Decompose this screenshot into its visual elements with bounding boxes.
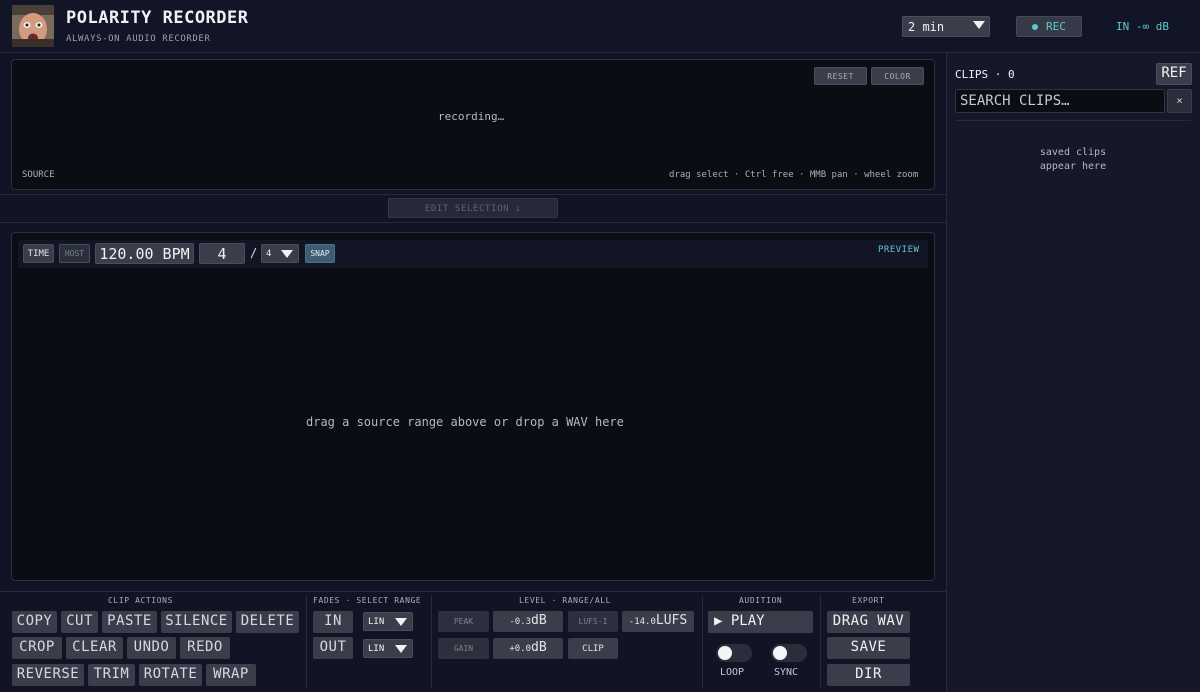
beat-unit-select[interactable]: 4 <box>261 244 299 263</box>
audition-heading: AUDITION <box>739 596 783 605</box>
lufs-unit: LUFS <box>655 613 688 628</box>
wrap-button[interactable]: WRAP <box>206 664 256 686</box>
redo-button[interactable]: REDO <box>180 637 230 659</box>
play-button[interactable]: ▶ PLAY <box>708 611 813 633</box>
paste-button[interactable]: PASTE <box>102 611 157 633</box>
close-icon[interactable]: × <box>1167 89 1192 113</box>
cut-button[interactable]: CUT <box>61 611 98 633</box>
divider <box>0 194 946 195</box>
section-divider <box>820 595 821 688</box>
drag-wav-button[interactable]: DRAG WAV <box>827 611 910 633</box>
ref-button[interactable]: REF <box>1156 63 1192 85</box>
bpm-field[interactable]: 120.00 BPM <box>95 243 194 264</box>
sync-label: SYNC <box>774 667 799 678</box>
fade-out-curve-select[interactable]: LIN <box>363 639 413 658</box>
rotate-button[interactable]: ROTATE <box>139 664 202 686</box>
copy-button[interactable]: COPY <box>12 611 57 633</box>
beat-unit-value: 4 <box>266 249 272 259</box>
fade-in-curve-value: LIN <box>368 617 385 627</box>
section-divider <box>306 595 307 688</box>
host-mode-button[interactable]: HOST <box>59 244 90 263</box>
rec-button[interactable]: REC <box>1016 16 1082 37</box>
lufs-value: -14.0LUFS <box>622 611 694 632</box>
source-hint: drag select · Ctrl free · MMB pan · whee… <box>669 170 919 180</box>
record-dot-icon <box>1032 24 1038 30</box>
fade-in-button[interactable]: IN <box>313 611 353 633</box>
app-subtitle: ALWAYS-ON AUDIO RECORDER <box>66 34 211 44</box>
input-level-meter: IN -∞ dB <box>1116 20 1169 33</box>
save-button[interactable]: SAVE <box>827 637 910 659</box>
crop-button[interactable]: CROP <box>12 637 62 659</box>
toggle-knob <box>718 646 732 660</box>
peak-unit: dB <box>531 613 547 628</box>
chevron-down-icon <box>395 618 407 626</box>
divider <box>0 222 946 223</box>
peak-value: -0.3dB <box>493 611 563 632</box>
search-clips-input[interactable] <box>955 89 1165 113</box>
lufs-label: LUFS-I <box>568 611 618 632</box>
section-divider <box>431 595 432 688</box>
clips-count: CLIPS · 0 <box>955 68 1015 81</box>
divider <box>955 120 1191 121</box>
fade-out-curve-value: LIN <box>368 644 385 654</box>
preview-label[interactable]: PREVIEW <box>878 245 919 255</box>
gain-value[interactable]: +0.0dB <box>493 638 563 659</box>
empty-line-1: saved clips <box>1039 147 1107 158</box>
loop-label: LOOP <box>720 667 745 678</box>
peak-number: -0.3 <box>509 617 532 627</box>
delete-button[interactable]: DELETE <box>236 611 299 633</box>
peak-label: PEAK <box>438 611 489 632</box>
edit-selection-button[interactable]: EDIT SELECTION ↓ <box>388 198 558 218</box>
clips-empty-state: saved clips appear here <box>1000 146 1146 174</box>
drop-zone-hint: drag a source range above or drop a WAV … <box>306 415 624 429</box>
trim-button[interactable]: TRIM <box>88 664 135 686</box>
play-label: PLAY <box>730 613 765 629</box>
chevron-down-icon <box>973 21 985 29</box>
snap-toggle[interactable]: SNAP <box>305 244 335 263</box>
avatar <box>12 5 54 47</box>
silence-button[interactable]: SILENCE <box>161 611 232 633</box>
clear-button[interactable]: CLEAR <box>66 637 123 659</box>
gain-number: +0.0 <box>509 644 532 654</box>
gain-label: GAIN <box>438 638 489 659</box>
fade-out-button[interactable]: OUT <box>313 637 353 659</box>
editor-panel[interactable] <box>11 232 935 581</box>
toggle-knob <box>773 646 787 660</box>
empty-line-2: appear here <box>1039 161 1107 172</box>
duration-value: 2 min <box>908 20 945 34</box>
beats-per-bar-field[interactable]: 4 <box>199 243 245 264</box>
duration-select[interactable]: 2 min <box>902 16 990 37</box>
lufs-number: -14.0 <box>628 617 656 627</box>
loop-toggle[interactable] <box>716 644 752 662</box>
undo-button[interactable]: UNDO <box>127 637 176 659</box>
fades-heading: FADES · SELECT RANGE <box>313 596 422 605</box>
play-icon: ▶ <box>714 613 731 629</box>
rec-label: REC <box>1046 20 1066 33</box>
clip-button[interactable]: CLIP <box>568 638 618 659</box>
level-heading: LEVEL · RANGE/ALL <box>519 596 612 605</box>
dir-button[interactable]: DIR <box>827 664 910 686</box>
reverse-button[interactable]: REVERSE <box>12 664 84 686</box>
app-title: POLARITY RECORDER <box>66 8 249 28</box>
export-heading: EXPORT <box>852 596 885 605</box>
time-mode-button[interactable]: TIME <box>23 244 54 263</box>
section-divider <box>702 595 703 688</box>
chevron-down-icon <box>395 645 407 653</box>
source-label: SOURCE <box>22 170 55 180</box>
clip-actions-heading: CLIP ACTIONS <box>108 596 173 605</box>
fade-in-curve-select[interactable]: LIN <box>363 612 413 631</box>
sync-toggle[interactable] <box>771 644 807 662</box>
color-button[interactable]: COLOR <box>871 67 924 85</box>
time-signature-slash: / <box>250 246 258 260</box>
chevron-down-icon <box>281 250 293 258</box>
gain-unit: dB <box>531 640 547 655</box>
recording-status: recording… <box>438 110 505 123</box>
reset-button[interactable]: RESET <box>814 67 867 85</box>
